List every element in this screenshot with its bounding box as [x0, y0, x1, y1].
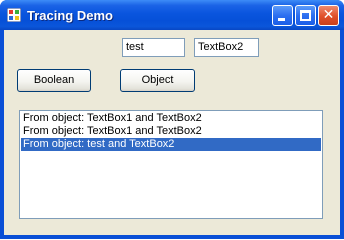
window-title: Tracing Demo [27, 8, 113, 23]
trace-listbox[interactable]: From object: TextBox1 and TextBox2 From … [19, 110, 323, 219]
window-border-bottom [0, 235, 344, 239]
window-border-left [0, 30, 4, 239]
window-border-right [340, 30, 344, 239]
title-bar[interactable]: Tracing Demo ✕ [0, 0, 344, 30]
minimize-button[interactable] [272, 5, 293, 26]
list-item-selected[interactable]: From object: test and TextBox2 [21, 138, 321, 151]
textbox-1[interactable]: test [122, 38, 185, 57]
textbox-2[interactable]: TextBox2 [194, 38, 259, 57]
list-item[interactable]: From object: TextBox1 and TextBox2 [21, 112, 321, 125]
app-window: Tracing Demo ✕ test TextBox2 Boolean Obj… [0, 0, 344, 239]
maximize-button[interactable] [295, 5, 316, 26]
object-button[interactable]: Object [120, 69, 195, 92]
client-area: test TextBox2 Boolean Object From object… [4, 30, 340, 235]
close-icon: ✕ [322, 7, 335, 23]
minimize-icon [278, 18, 285, 21]
list-item[interactable]: From object: TextBox1 and TextBox2 [21, 125, 321, 138]
close-button[interactable]: ✕ [318, 5, 339, 26]
boolean-button[interactable]: Boolean [17, 69, 91, 92]
maximize-icon [300, 10, 311, 21]
app-icon [7, 8, 21, 22]
